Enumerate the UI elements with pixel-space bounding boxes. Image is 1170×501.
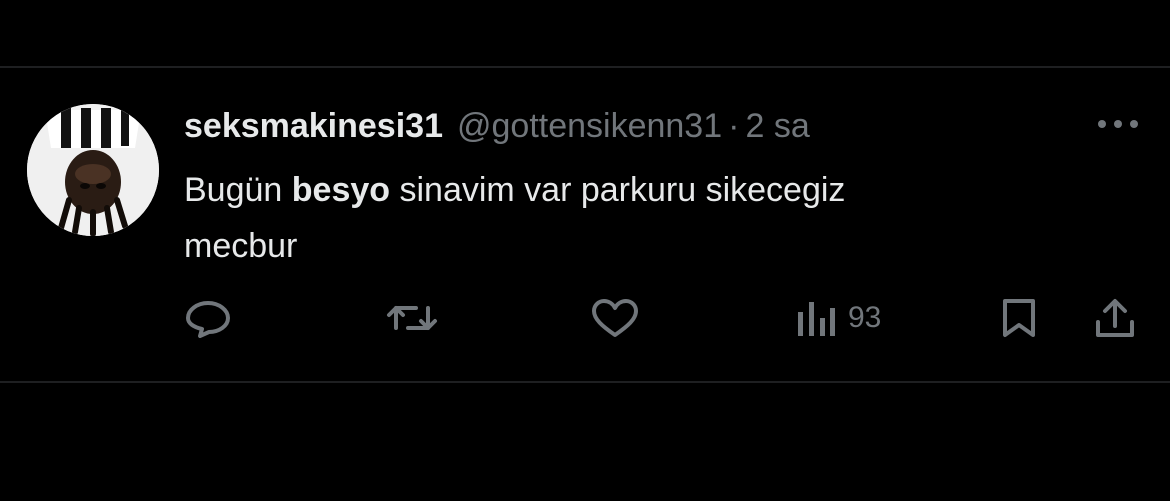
- views-button[interactable]: 93: [796, 298, 881, 338]
- tweet-text-bold: besyo: [291, 171, 391, 209]
- retweet-icon: [387, 306, 437, 330]
- avatar[interactable]: [27, 104, 159, 236]
- tweet-timestamp[interactable]: 2 sa: [745, 104, 809, 148]
- avatar-image: [27, 104, 159, 236]
- tweet[interactable]: seksmakinesi31 @gottensikenn31 · 2 sa Bu…: [0, 68, 1170, 381]
- share-button[interactable]: [1094, 298, 1136, 338]
- action-bar: 93: [0, 288, 1170, 348]
- tweet-text-line2: mecbur: [184, 227, 298, 265]
- bottom-divider: [0, 381, 1170, 383]
- tweet-text: Bugün besyo sinavim var parkuru sikecegi…: [184, 162, 1084, 274]
- user-handle[interactable]: @gottensikenn31: [457, 104, 722, 148]
- bookmark-button[interactable]: [1000, 298, 1038, 338]
- reply-button[interactable]: [184, 298, 232, 338]
- display-name[interactable]: seksmakinesi31: [184, 104, 443, 148]
- like-button[interactable]: [590, 298, 640, 338]
- bookmark-icon: [1003, 299, 1035, 337]
- retweet-button[interactable]: [386, 298, 438, 338]
- views-icon: [798, 302, 835, 336]
- views-count: 93: [848, 301, 882, 334]
- more-options-button[interactable]: [1094, 112, 1142, 136]
- tweet-text-part: sinavim var parkuru sikecegiz: [390, 171, 846, 209]
- tweet-text-part: Bugün: [184, 171, 292, 209]
- tweet-header: seksmakinesi31 @gottensikenn31 · 2 sa: [184, 104, 810, 148]
- more-horizontal-icon: [1098, 120, 1138, 128]
- reply-icon: [186, 301, 230, 338]
- page: seksmakinesi31 @gottensikenn31 · 2 sa Bu…: [0, 0, 1170, 501]
- heart-icon: [592, 299, 638, 337]
- separator-dot: ·: [728, 107, 740, 145]
- share-icon: [1096, 299, 1134, 337]
